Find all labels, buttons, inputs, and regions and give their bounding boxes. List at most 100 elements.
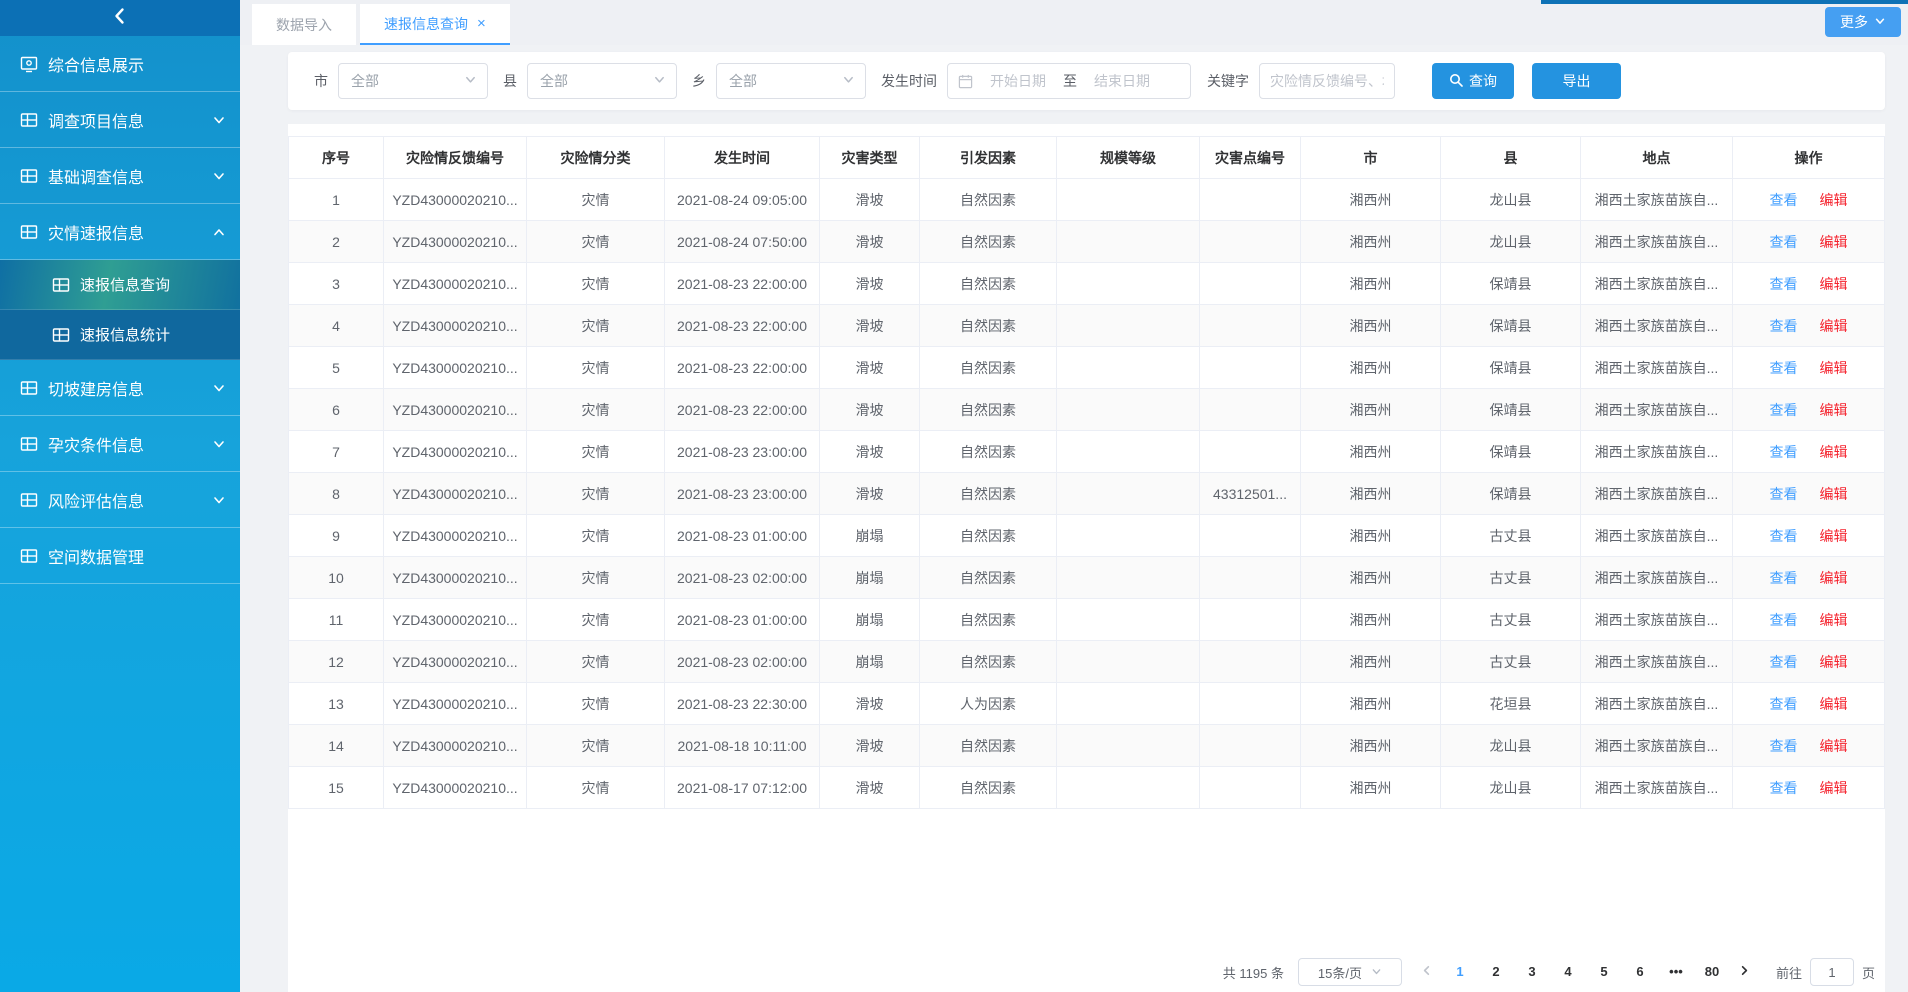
cell-location: 湘西土家族苗族自... [1581, 305, 1733, 347]
cell-county: 古丈县 [1441, 557, 1581, 599]
tab-bar: 数据导入 速报信息查询 × 更多 [240, 0, 1908, 45]
sidebar-collapse-button[interactable] [0, 0, 240, 36]
edit-link[interactable]: 编辑 [1820, 780, 1848, 796]
view-link[interactable]: 查看 [1770, 780, 1798, 796]
cell-factor: 自然因素 [920, 641, 1057, 683]
view-link[interactable]: 查看 [1770, 696, 1798, 712]
view-link[interactable]: 查看 [1770, 402, 1798, 418]
end-date-input[interactable] [1081, 73, 1163, 89]
cell-category: 灾情 [527, 221, 665, 263]
edit-link[interactable]: 编辑 [1820, 738, 1848, 754]
edit-link[interactable]: 编辑 [1820, 234, 1848, 250]
view-link[interactable]: 查看 [1770, 570, 1798, 586]
view-link[interactable]: 查看 [1770, 654, 1798, 670]
cell-code: YZD43000020210... [384, 263, 527, 305]
county-label: 县 [503, 71, 517, 91]
cell-factor: 自然因素 [920, 557, 1057, 599]
sidebar-item-active[interactable]: 速报信息查询 [0, 260, 240, 310]
cell-time: 2021-08-23 01:00:00 [665, 515, 820, 557]
date-range-picker[interactable]: 至 [947, 63, 1191, 99]
edit-link[interactable]: 编辑 [1820, 654, 1848, 670]
view-link[interactable]: 查看 [1770, 612, 1798, 628]
cell-type: 崩塌 [820, 557, 920, 599]
more-button[interactable]: 更多 [1825, 7, 1901, 37]
cell-point_code [1200, 641, 1301, 683]
city-label: 市 [314, 71, 328, 91]
edit-link[interactable]: 编辑 [1820, 696, 1848, 712]
cell-code: YZD43000020210... [384, 725, 527, 767]
edit-link[interactable]: 编辑 [1820, 486, 1848, 502]
goto-page-input[interactable] [1810, 958, 1854, 986]
page-ellipsis[interactable]: ••• [1662, 958, 1690, 986]
edit-link[interactable]: 编辑 [1820, 360, 1848, 376]
page-number[interactable]: 80 [1698, 958, 1726, 986]
sidebar-item[interactable]: 灾情速报信息 [0, 204, 240, 260]
cell-county: 保靖县 [1441, 389, 1581, 431]
close-icon[interactable]: × [477, 16, 486, 31]
next-page-button[interactable] [1730, 958, 1760, 986]
edit-link[interactable]: 编辑 [1820, 318, 1848, 334]
tab-data-import[interactable]: 数据导入 [252, 4, 356, 45]
sidebar-item[interactable]: 综合信息展示 [0, 36, 240, 92]
table-row: 5YZD43000020210...灾情2021-08-23 22:00:00滑… [289, 347, 1885, 389]
search-button[interactable]: 查询 [1432, 63, 1514, 99]
view-link[interactable]: 查看 [1770, 234, 1798, 250]
sidebar-item[interactable]: 风险评估信息 [0, 472, 240, 528]
edit-link[interactable]: 编辑 [1820, 570, 1848, 586]
keyword-label: 关键字 [1207, 71, 1249, 91]
view-link[interactable]: 查看 [1770, 276, 1798, 292]
edit-link[interactable]: 编辑 [1820, 402, 1848, 418]
edit-link[interactable]: 编辑 [1820, 612, 1848, 628]
page-size-select[interactable]: 15条/页 [1298, 958, 1402, 986]
city-select[interactable]: 全部 [338, 63, 488, 99]
sidebar-item-label: 基础调查信息 [48, 164, 144, 188]
cell-type: 崩塌 [820, 599, 920, 641]
sidebar-item[interactable]: 速报信息统计 [0, 310, 240, 360]
view-link[interactable]: 查看 [1770, 444, 1798, 460]
keyword-input[interactable] [1259, 63, 1395, 99]
view-link[interactable]: 查看 [1770, 318, 1798, 334]
cell-code: YZD43000020210... [384, 767, 527, 809]
cell-point_code [1200, 725, 1301, 767]
cell-factor: 自然因素 [920, 221, 1057, 263]
sidebar-item[interactable]: 调查项目信息 [0, 92, 240, 148]
page-number[interactable]: 4 [1554, 958, 1582, 986]
table-panel: 序号灾险情反馈编号灾险情分类发生时间灾害类型引发因素规模等级灾害点编号市县地点操… [288, 124, 1885, 992]
town-select[interactable]: 全部 [716, 63, 866, 99]
sidebar-item[interactable]: 切坡建房信息 [0, 360, 240, 416]
start-date-input[interactable] [977, 73, 1059, 89]
edit-link[interactable]: 编辑 [1820, 276, 1848, 292]
page-number[interactable]: 5 [1590, 958, 1618, 986]
cell-point_code: 43312501... [1200, 473, 1301, 515]
grid-icon [52, 276, 70, 294]
cell-category: 灾情 [527, 641, 665, 683]
main-content: 数据导入 速报信息查询 × 更多 市 全部 县 全部 [240, 0, 1908, 992]
sidebar-item[interactable]: 孕灾条件信息 [0, 416, 240, 472]
county-select[interactable]: 全部 [527, 63, 677, 99]
view-link[interactable]: 查看 [1770, 192, 1798, 208]
view-link[interactable]: 查看 [1770, 360, 1798, 376]
page-number[interactable]: 2 [1482, 958, 1510, 986]
column-header: 市 [1301, 137, 1441, 179]
grid-icon [20, 379, 38, 397]
page-number[interactable]: 6 [1626, 958, 1654, 986]
page-number[interactable]: 3 [1518, 958, 1546, 986]
edit-link[interactable]: 编辑 [1820, 528, 1848, 544]
view-link[interactable]: 查看 [1770, 528, 1798, 544]
cell-no: 15 [289, 767, 384, 809]
view-link[interactable]: 查看 [1770, 738, 1798, 754]
sidebar-item[interactable]: 空间数据管理 [0, 528, 240, 584]
edit-link[interactable]: 编辑 [1820, 192, 1848, 208]
view-link[interactable]: 查看 [1770, 486, 1798, 502]
prev-page-button[interactable] [1412, 958, 1442, 986]
cell-code: YZD43000020210... [384, 221, 527, 263]
cell-time: 2021-08-23 23:00:00 [665, 431, 820, 473]
page-number[interactable]: 1 [1446, 958, 1474, 986]
cell-scale [1057, 263, 1200, 305]
export-button[interactable]: 导出 [1532, 63, 1621, 99]
cell-factor: 自然因素 [920, 725, 1057, 767]
sidebar-item[interactable]: 基础调查信息 [0, 148, 240, 204]
cell-no: 9 [289, 515, 384, 557]
tab-report-query[interactable]: 速报信息查询 × [360, 4, 510, 45]
edit-link[interactable]: 编辑 [1820, 444, 1848, 460]
